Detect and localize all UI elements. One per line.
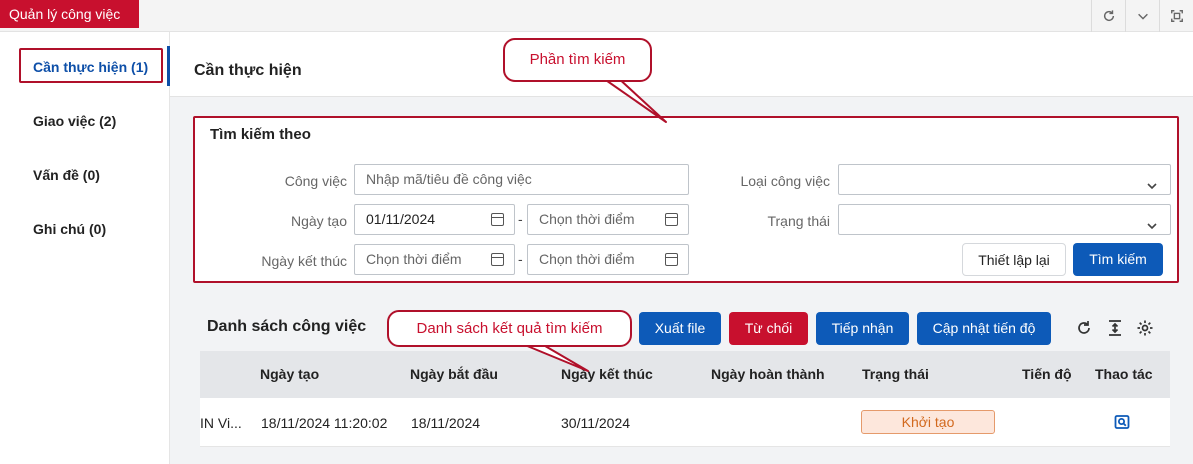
ngay-ket-thuc-to-input[interactable]: Chọn thời điểm xyxy=(527,244,689,275)
date-separator: - xyxy=(518,211,523,227)
status-badge: Khởi tạo xyxy=(861,410,995,434)
trang-thai-label: Trạng thái xyxy=(767,213,830,229)
cell-ngay-tao: 18/11/2024 11:20:02 xyxy=(261,415,388,431)
ngay-tao-to-input[interactable]: Chọn thời điểm xyxy=(527,204,689,235)
ngay-ket-thuc-label: Ngày kết thúc xyxy=(261,253,347,269)
reload-icon[interactable] xyxy=(1075,319,1093,337)
window-controls xyxy=(1091,0,1193,32)
trang-thai-select[interactable] xyxy=(838,204,1171,235)
column-header[interactable]: Ngày bắt đầu xyxy=(410,366,498,382)
sidebar-item-ghi-chu[interactable]: Ghi chú (0) xyxy=(33,221,106,237)
sidebar: Cần thực hiện (1) Giao việc (2) Vấn đề (… xyxy=(0,32,170,464)
cell-ngay-bat-dau: 18/11/2024 xyxy=(411,415,481,431)
app-tab[interactable]: Quản lý công việc xyxy=(0,0,139,28)
column-header[interactable]: Ngày kết thúc xyxy=(561,366,653,382)
export-button[interactable]: Xuất file xyxy=(639,312,721,345)
chevron-down-icon xyxy=(1146,213,1158,230)
column-header[interactable]: Tiến độ xyxy=(1022,366,1072,382)
cell-name: IN Vi... xyxy=(200,415,242,431)
calendar-icon xyxy=(491,213,504,226)
page-title: Cần thực hiện xyxy=(194,62,302,79)
calendar-icon xyxy=(665,213,678,226)
column-header[interactable]: Trạng thái xyxy=(862,366,929,382)
view-icon[interactable] xyxy=(1114,414,1130,430)
column-header[interactable]: Ngày hoàn thành xyxy=(711,366,825,382)
list-title: Danh sách công việc xyxy=(207,318,367,335)
top-bar: Quản lý công việc xyxy=(0,0,1193,32)
update-progress-button[interactable]: Cập nhật tiến độ xyxy=(917,312,1051,345)
settings-icon[interactable] xyxy=(1136,319,1154,337)
reset-button[interactable]: Thiết lập lại xyxy=(962,243,1066,276)
cell-ngay-ket-thuc: 30/11/2024 xyxy=(561,415,631,431)
ngay-tao-label: Ngày tạo xyxy=(290,213,347,229)
result-list-callout: Danh sách kết quả tìm kiếm xyxy=(387,310,632,347)
table-header: Ngày tạo Ngày bắt đầu Ngày kết thúc Ngày… xyxy=(200,351,1170,398)
date-separator: - xyxy=(518,251,523,267)
search-panel: Tìm kiếm theo Công việc Nhập mã/tiêu đề … xyxy=(193,116,1179,283)
column-header[interactable]: Thao tác xyxy=(1095,366,1153,382)
calendar-icon xyxy=(665,253,678,266)
search-title: Tìm kiếm theo xyxy=(210,126,311,143)
column-height-icon[interactable] xyxy=(1106,319,1124,337)
calendar-icon xyxy=(491,253,504,266)
chevron-down-icon xyxy=(1146,173,1158,190)
cong-viec-input[interactable]: Nhập mã/tiêu đề công việc xyxy=(354,164,689,195)
reject-button[interactable]: Từ chối xyxy=(729,312,808,345)
accept-button[interactable]: Tiếp nhận xyxy=(816,312,909,345)
main-content: Cần thực hiện Tìm kiếm theo Công việc Nh… xyxy=(170,32,1193,464)
sidebar-item-giao-viec[interactable]: Giao việc (2) xyxy=(33,113,116,129)
sidebar-item-can-thuc-hien[interactable]: Cần thực hiện (1) xyxy=(33,59,148,75)
ngay-ket-thuc-from-input[interactable]: Chọn thời điểm xyxy=(354,244,515,275)
loai-cong-viec-select[interactable] xyxy=(838,164,1171,195)
column-header[interactable]: Ngày tạo xyxy=(260,366,319,382)
search-button[interactable]: Tìm kiếm xyxy=(1073,243,1163,276)
cong-viec-label: Công việc xyxy=(284,173,347,189)
sidebar-item-van-de[interactable]: Vấn đề (0) xyxy=(33,167,100,183)
refresh-icon[interactable] xyxy=(1091,0,1125,32)
chevron-down-icon[interactable] xyxy=(1125,0,1159,32)
fullscreen-icon[interactable] xyxy=(1159,0,1193,32)
table-row[interactable]: IN Vi... 18/11/2024 11:20:02 18/11/2024 … xyxy=(200,398,1170,447)
loai-cong-viec-label: Loại công việc xyxy=(740,173,830,189)
search-section-callout: Phần tìm kiếm xyxy=(503,38,652,82)
page-header: Cần thực hiện xyxy=(170,32,1193,97)
ngay-tao-from-input[interactable]: 01/11/2024 xyxy=(354,204,515,235)
